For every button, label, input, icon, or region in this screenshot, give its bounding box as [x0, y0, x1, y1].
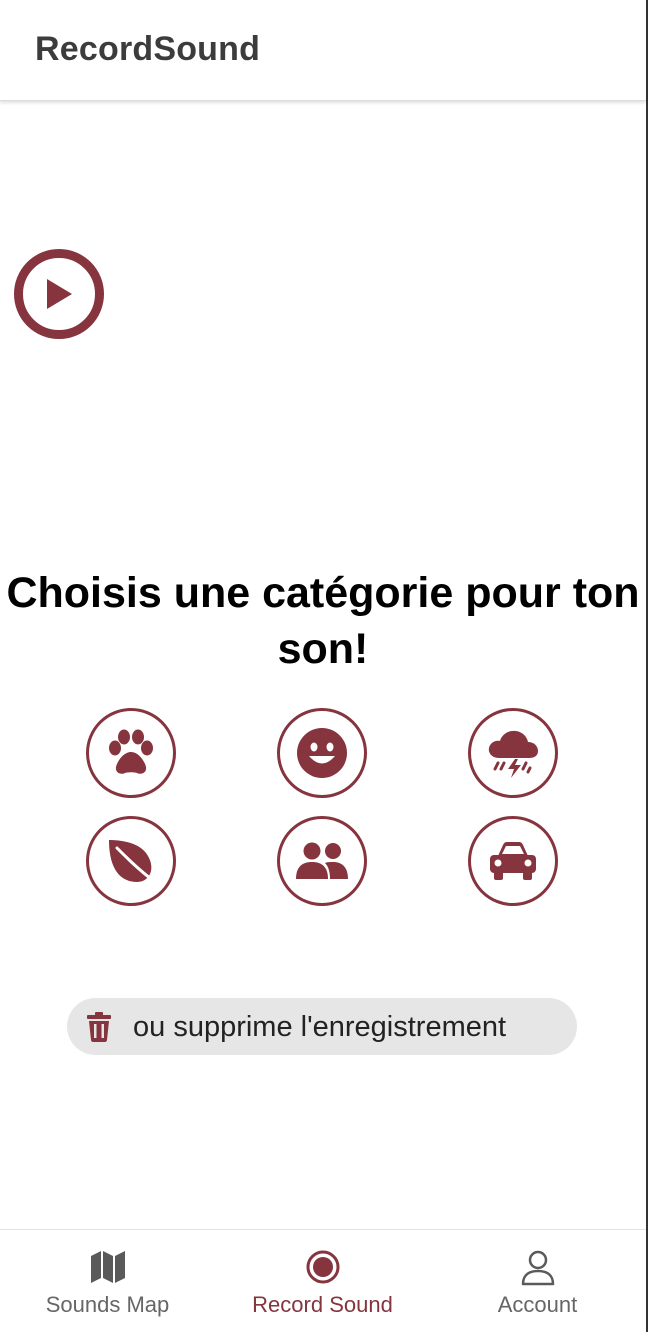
category-prompt: Choisis une catégorie pour ton son!: [6, 569, 640, 673]
play-button[interactable]: [14, 249, 104, 339]
play-icon: [47, 279, 72, 309]
nav-item-record-sound[interactable]: Record Sound: [215, 1230, 430, 1333]
category-transport-button[interactable]: [468, 816, 558, 906]
smile-icon: [297, 728, 347, 778]
bottom-navigation: Sounds Map Record Sound Account: [0, 1229, 646, 1332]
nav-label-account: Account: [497, 1292, 578, 1317]
category-nature-button[interactable]: [86, 816, 176, 906]
nav-item-sounds-map[interactable]: Sounds Map: [0, 1230, 215, 1333]
delete-recording-button[interactable]: ou supprime l'enregistrement: [67, 998, 577, 1055]
nav-item-account[interactable]: Account: [430, 1230, 645, 1333]
person-icon: [521, 1250, 554, 1286]
category-animals-button[interactable]: [86, 708, 176, 798]
storm-cloud-icon: [488, 730, 538, 778]
car-icon: [490, 842, 536, 880]
trash-icon: [87, 1012, 111, 1042]
map-icon: [90, 1251, 125, 1283]
users-icon: [296, 842, 348, 879]
nav-label-sounds-map: Sounds Map: [45, 1292, 170, 1317]
page-title: RecordSound: [35, 30, 261, 68]
leaf-icon: [109, 840, 157, 884]
nav-label-record-sound: Record Sound: [252, 1292, 393, 1317]
category-emotion-button[interactable]: [277, 708, 367, 798]
category-people-button[interactable]: [277, 816, 367, 906]
delete-recording-label: ou supprime l'enregistrement: [133, 1011, 507, 1043]
app-header: RecordSound: [0, 0, 646, 101]
paw-icon: [109, 729, 153, 774]
category-weather-button[interactable]: [468, 708, 558, 798]
record-icon: [306, 1250, 339, 1284]
